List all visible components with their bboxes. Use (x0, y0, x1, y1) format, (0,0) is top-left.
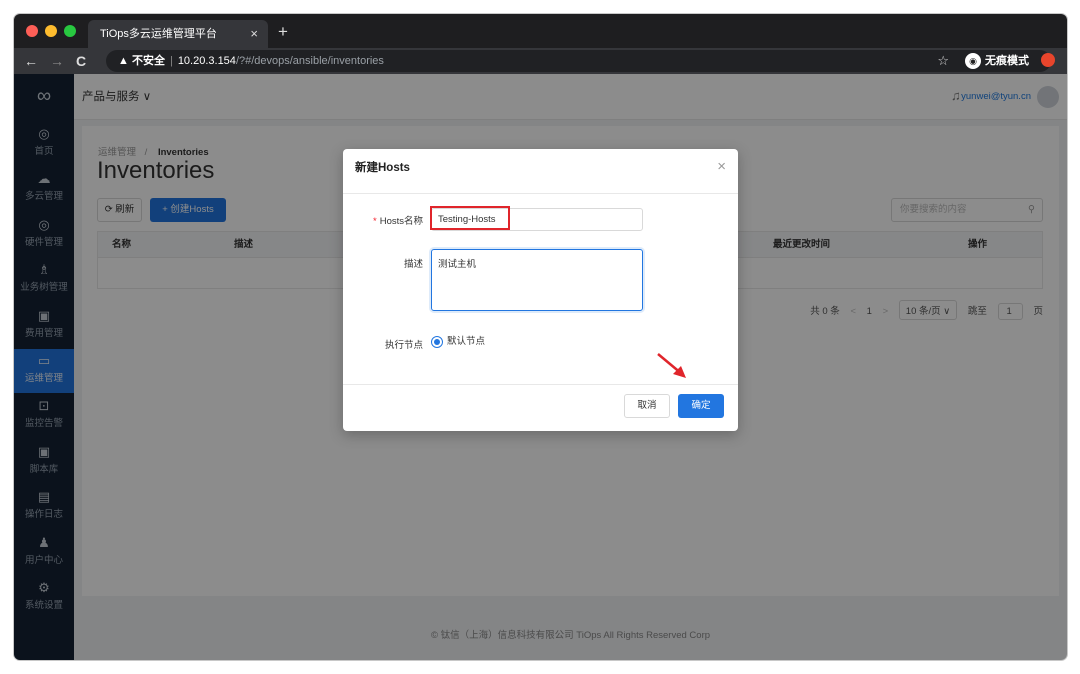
cancel-button[interactable]: 取消 (624, 394, 670, 418)
close-window-button[interactable] (26, 25, 38, 37)
exec-node-label: 执行节点 (384, 340, 423, 351)
maximize-window-button[interactable] (64, 25, 76, 37)
create-hosts-dialog: 新建Hosts × * Hosts名称 Testing-Hosts 描述 测试主机… (343, 149, 738, 431)
reload-button[interactable]: C (76, 48, 86, 74)
extension-icon[interactable] (1041, 53, 1055, 67)
back-button[interactable]: ← (24, 48, 38, 74)
new-tab-button[interactable]: + (278, 20, 288, 44)
description-textarea[interactable]: 测试主机 (431, 249, 643, 311)
close-tab-icon[interactable]: × (250, 20, 258, 48)
app: ∞ ◎ 首页 ☁ 多云管理 ◎ 硬件管理 ♗ 业务树管理 ▣ 费用管理 ▭ 运维管理 ⊡ 监控告警 ▣ 脚本库… (14, 74, 1067, 660)
bookmark-star-icon[interactable]: ☆ (937, 48, 949, 74)
incognito-icon: ◉ (965, 53, 981, 70)
dialog-header: 新建Hosts × (343, 149, 738, 194)
close-icon[interactable]: × (717, 158, 726, 175)
highlight-box (430, 206, 510, 230)
browser-window: TiOps多云运维管理平台 × + ← → C ▲ 不安全 | 10.20.3.15… (14, 14, 1067, 660)
default-node-label[interactable]: 默认节点 (447, 336, 485, 348)
ok-button[interactable]: 确定 (678, 394, 724, 418)
minimize-window-button[interactable] (45, 25, 57, 37)
url-host: 10.20.3.154 (177, 55, 236, 67)
default-node-radio[interactable] (431, 336, 443, 348)
dialog-title: 新建Hosts (355, 162, 410, 174)
description-label: 描述 (403, 259, 423, 270)
url-input[interactable]: ▲ 不安全 | 10.20.3.154/?#/devops/ansible/inve… (106, 50, 1051, 72)
forward-button[interactable]: → (50, 48, 64, 74)
security-warning[interactable]: ▲ 不安全 (118, 55, 165, 67)
address-bar-row: ← → C ▲ 不安全 | 10.20.3.154/?#/devops/ansibl… (14, 48, 1067, 74)
red-arrow-icon (657, 353, 686, 378)
browser-tab[interactable]: TiOps多云运维管理平台 × (88, 20, 268, 48)
tab-bar: TiOps多云运维管理平台 × + (14, 14, 1067, 48)
tab-title: TiOps多云运维管理平台 (100, 28, 217, 40)
url-path: /?#/devops/ansible/inventories (235, 55, 384, 67)
incognito-label: 无痕模式 (985, 55, 1029, 67)
hosts-name-label: * Hosts名称 (373, 216, 423, 227)
incognito-indicator[interactable]: ◉ 无痕模式 (965, 48, 1029, 74)
